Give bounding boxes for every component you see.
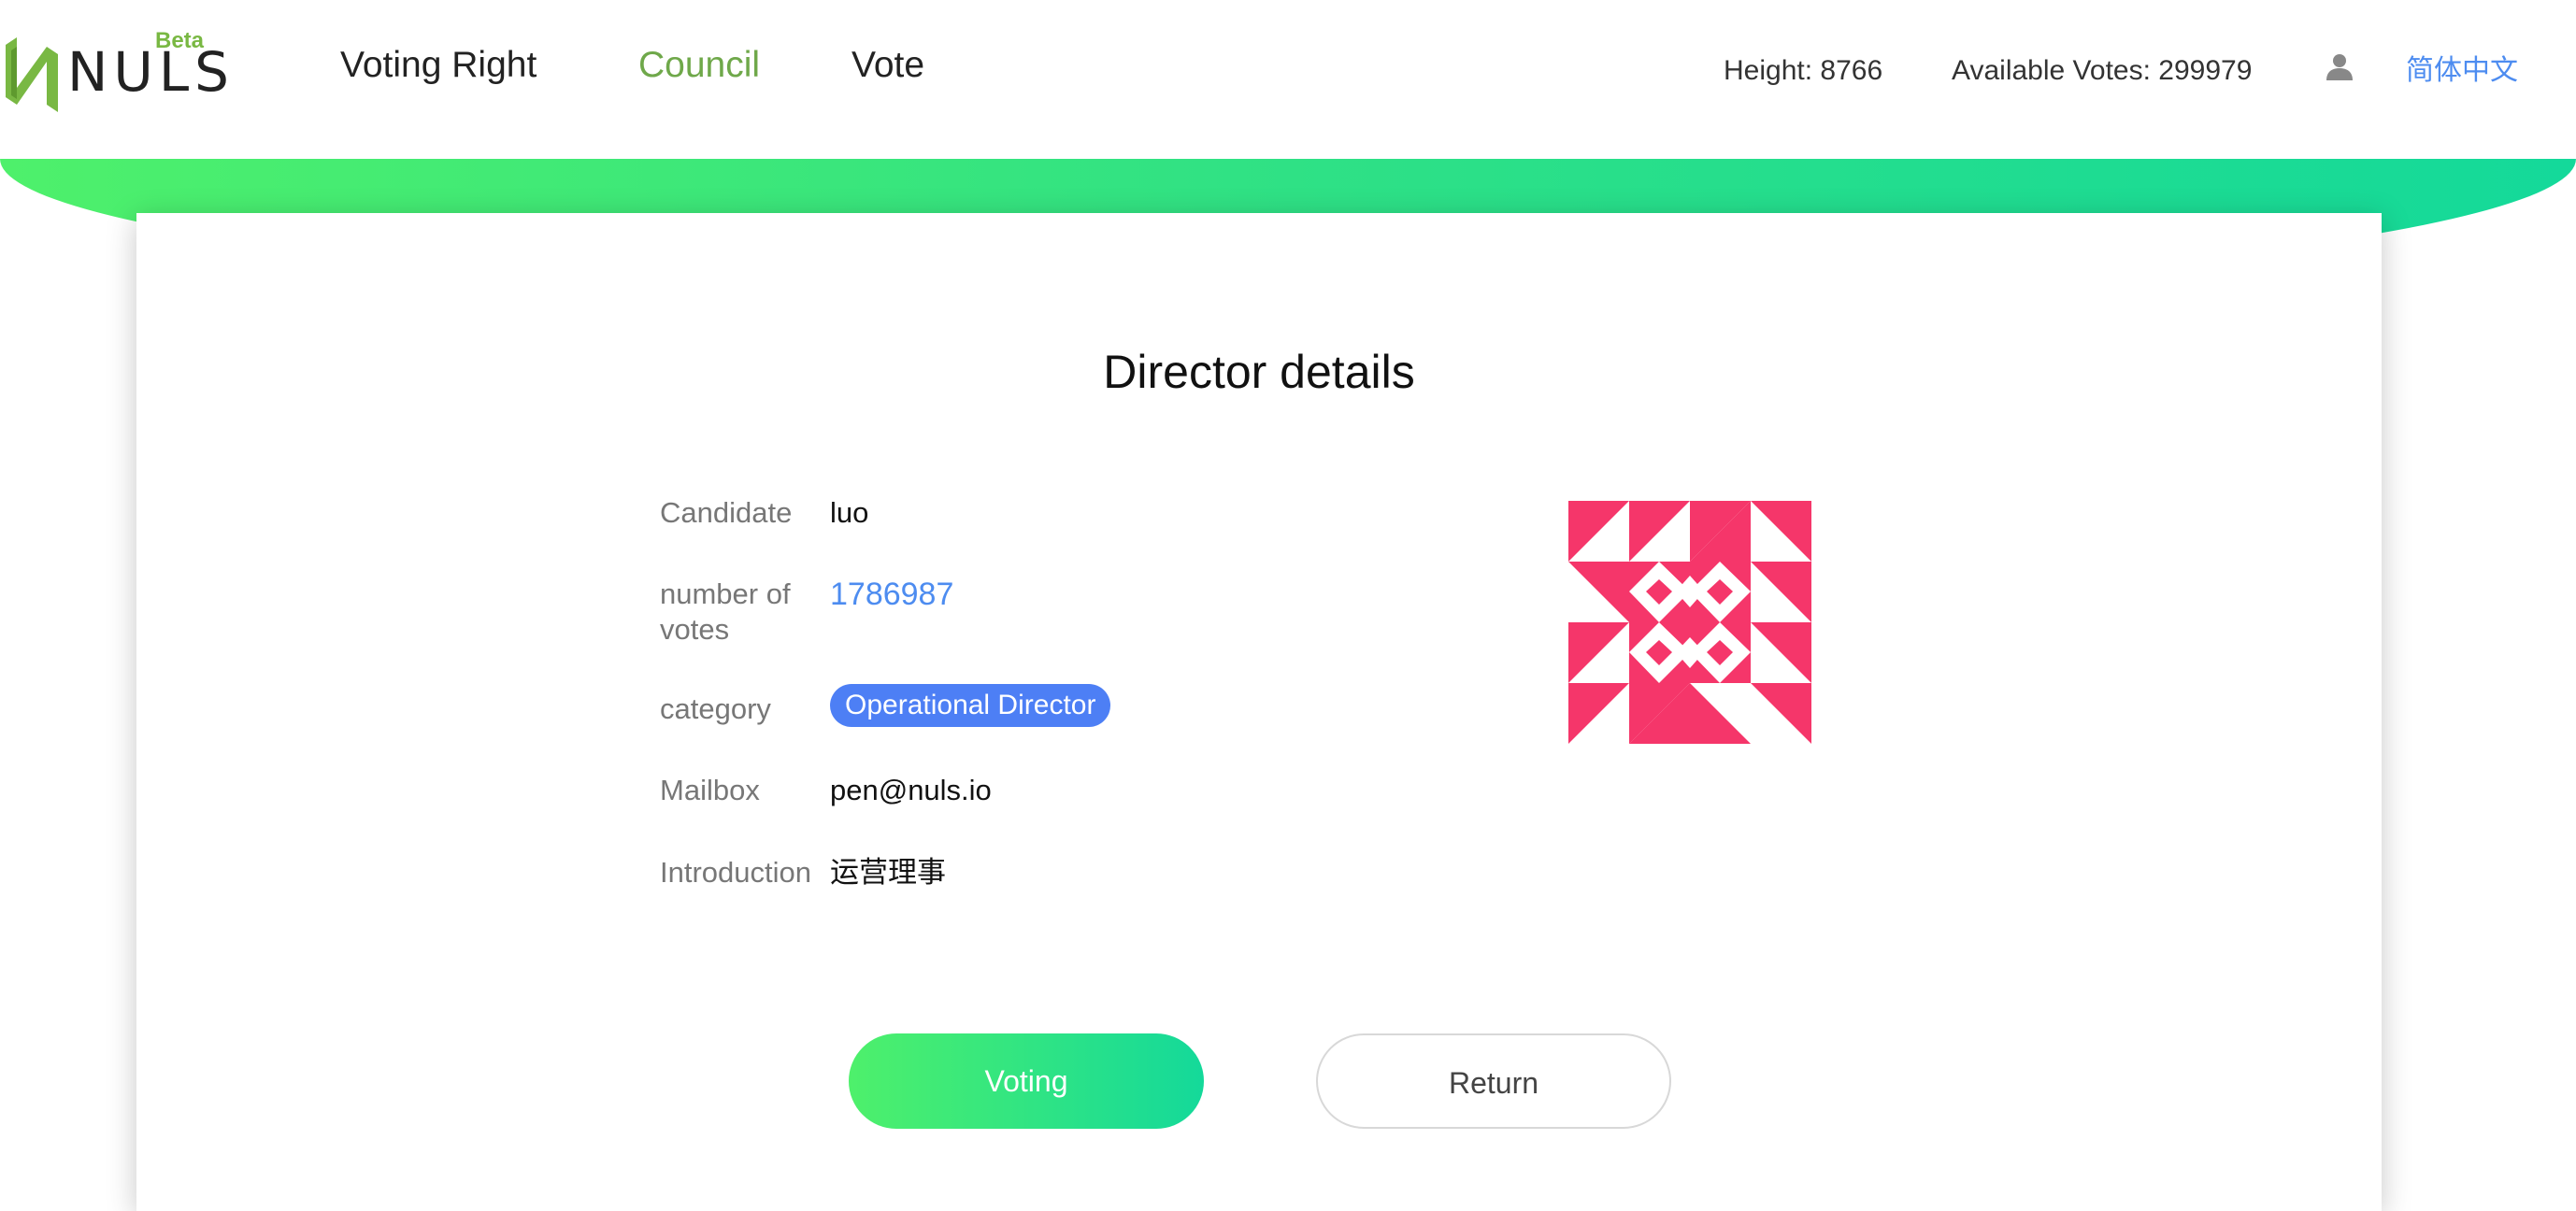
user-icon[interactable] bbox=[2326, 52, 2354, 80]
introduction-value: 运营理事 bbox=[830, 856, 946, 889]
block-height: Height: 8766 bbox=[1724, 55, 1883, 86]
introduction-label: Introduction bbox=[660, 856, 811, 889]
nav-council[interactable]: Council bbox=[638, 43, 760, 88]
votes-label: number of votes bbox=[660, 577, 791, 646]
director-details-card: Director details Candidate luo number of… bbox=[136, 213, 2382, 1211]
mailbox-label: Mailbox bbox=[660, 774, 760, 806]
nuls-logo[interactable]: Beta NULS bbox=[6, 28, 229, 112]
nav-voting-right[interactable]: Voting Right bbox=[340, 43, 537, 88]
voting-button[interactable]: Voting bbox=[849, 1033, 1204, 1129]
return-button[interactable]: Return bbox=[1316, 1033, 1671, 1129]
top-header: Beta NULS Voting Right Council Vote Heig… bbox=[0, 0, 2576, 159]
logo-wordmark: NULS bbox=[67, 40, 235, 104]
available-votes: Available Votes: 299979 bbox=[1952, 55, 2253, 86]
page-title: Director details bbox=[1103, 346, 1415, 398]
nav-vote[interactable]: Vote bbox=[852, 43, 924, 88]
category-badge: Operational Director bbox=[830, 684, 1111, 727]
votes-value: 1786987 bbox=[830, 577, 954, 612]
candidate-value: luo bbox=[830, 496, 869, 529]
candidate-avatar-identicon bbox=[1568, 501, 1811, 744]
nuls-logo-mark-icon bbox=[6, 37, 58, 112]
category-label: category bbox=[660, 692, 771, 725]
language-switch[interactable]: 简体中文 bbox=[2406, 52, 2518, 90]
mailbox-value: pen@nuls.io bbox=[830, 774, 992, 806]
candidate-label: Candidate bbox=[660, 496, 793, 529]
